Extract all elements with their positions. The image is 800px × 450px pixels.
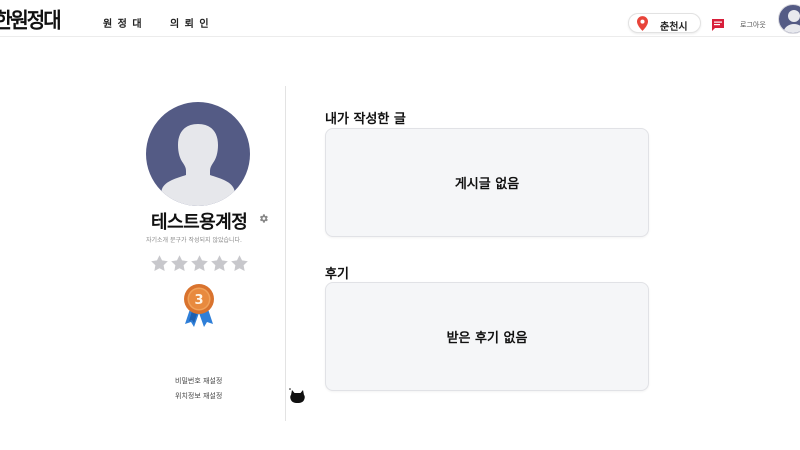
my-posts-title: 내가 작성한 글 xyxy=(325,112,406,127)
rating-stars xyxy=(150,254,250,273)
profile-username: 테스트용계정 xyxy=(151,212,248,233)
column-divider xyxy=(285,86,286,421)
star-icon xyxy=(211,255,228,271)
gear-icon[interactable] xyxy=(258,213,269,224)
location-label: 춘천시 xyxy=(660,22,688,33)
location-button[interactable]: 춘천시 xyxy=(628,13,701,33)
star-icon xyxy=(231,255,248,271)
cat-icon xyxy=(289,388,305,403)
star-icon xyxy=(191,255,208,271)
nav-item-expedition[interactable]: 원 정 대 xyxy=(103,15,143,30)
star-icon xyxy=(171,255,188,271)
star-icon xyxy=(151,255,168,271)
reviews-card: 받은 후기 없음 xyxy=(325,282,649,391)
profile-intro: 자기소개 문구가 작성되지 않았습니다. xyxy=(146,237,242,244)
header-avatar[interactable] xyxy=(778,4,800,34)
logout-link[interactable]: 로그아웃 xyxy=(740,20,766,30)
chat-icon[interactable] xyxy=(711,18,725,32)
user-silhouette-icon xyxy=(783,10,800,33)
reset-location-link[interactable]: 위치정보 재설정 xyxy=(175,391,222,401)
rank-badge-number: 3 xyxy=(194,293,203,308)
my-posts-card: 게시글 없음 xyxy=(325,128,649,237)
profile-avatar xyxy=(146,102,250,206)
reset-password-link[interactable]: 비밀번호 재설정 xyxy=(175,376,222,386)
nav-item-client[interactable]: 의 뢰 인 xyxy=(170,15,210,30)
location-pin-icon xyxy=(637,16,648,31)
bronze-medal-icon: 3 xyxy=(184,284,214,327)
reviews-title: 후기 xyxy=(325,267,349,282)
user-silhouette-icon xyxy=(160,124,236,206)
site-logo[interactable]: 한원정대 xyxy=(0,3,62,33)
reviews-empty-text: 받은 후기 없음 xyxy=(446,331,528,346)
posts-empty-text: 게시글 없음 xyxy=(454,177,520,192)
top-header: 한원정대 원 정 대 의 뢰 인 춘천시 로그아웃 xyxy=(0,0,800,37)
